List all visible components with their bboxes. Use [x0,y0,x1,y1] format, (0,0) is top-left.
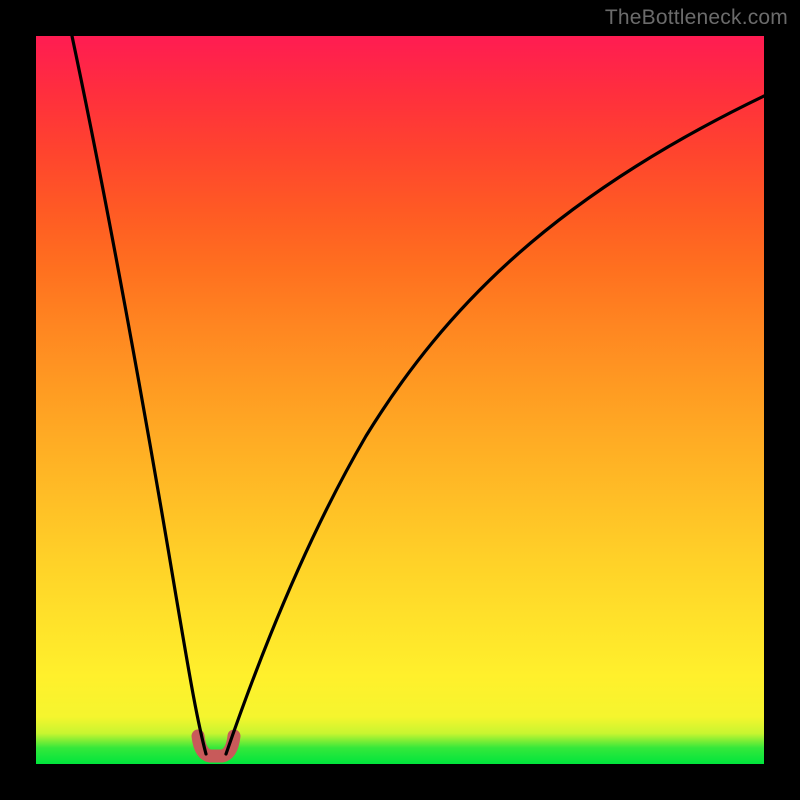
chart-container: TheBottleneck.com [0,0,800,800]
branding-watermark: TheBottleneck.com [605,6,788,30]
left-branch-path [72,36,206,754]
plot-area [36,36,764,764]
right-branch-path [226,96,764,754]
curves-layer [36,36,764,764]
